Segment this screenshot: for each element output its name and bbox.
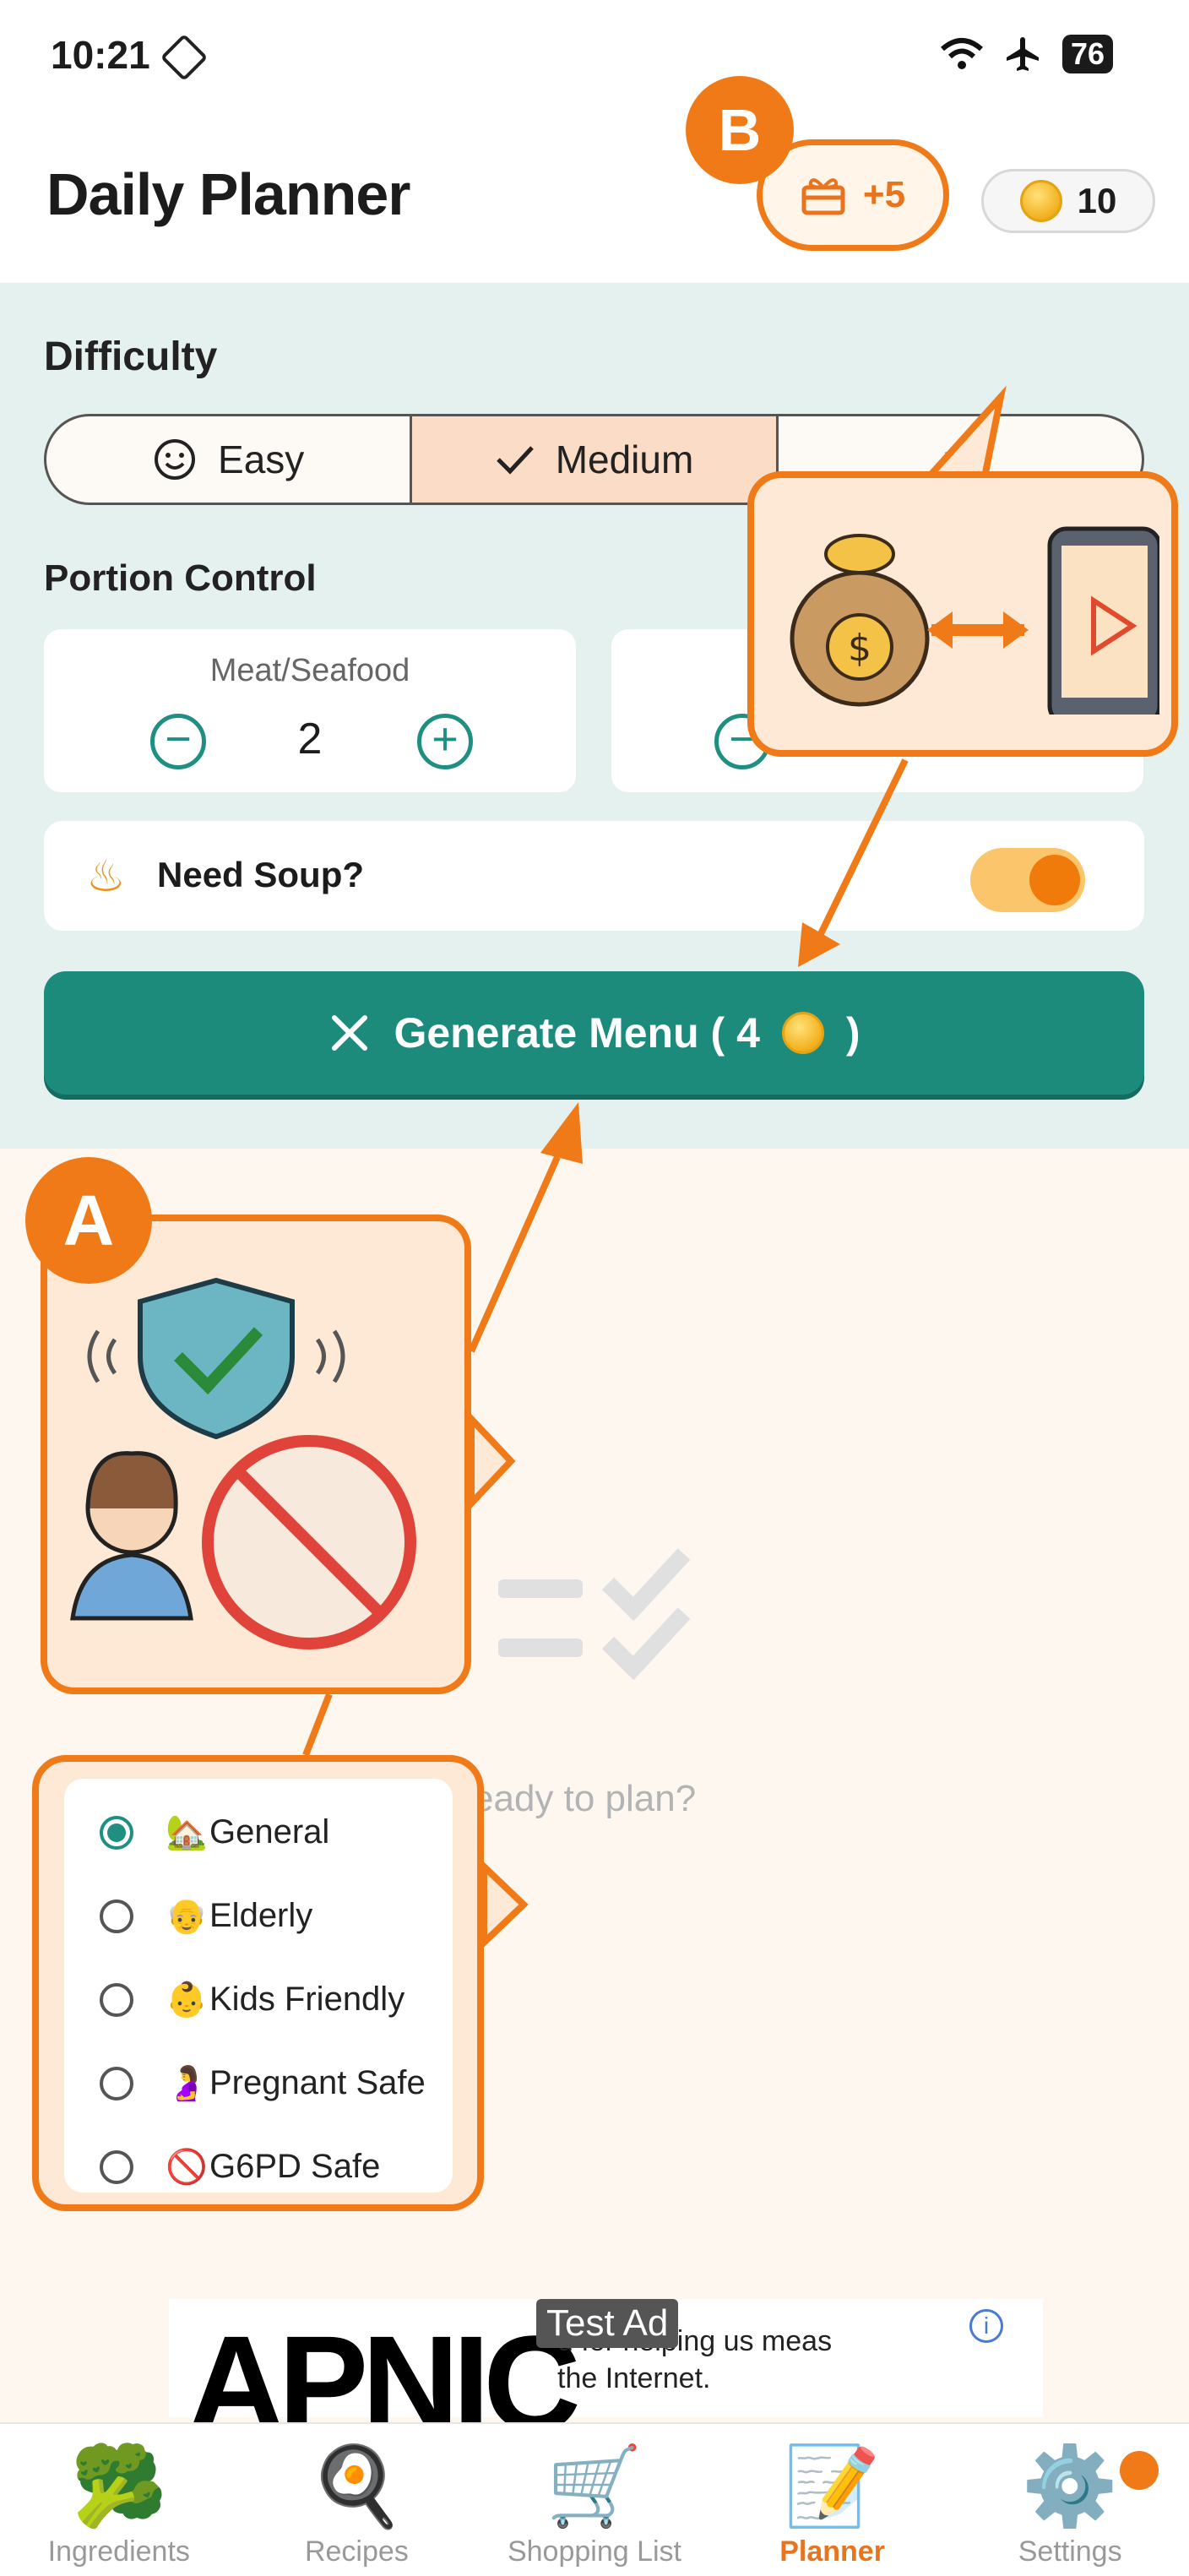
radio-button[interactable]: [100, 2066, 133, 2100]
safety-illustration: [70, 1277, 416, 1649]
callout-badge-a: A: [25, 1157, 152, 1284]
diet-option-label: Elderly: [209, 1897, 313, 1934]
ad-info-icon[interactable]: i: [969, 2309, 1003, 2343]
baby-icon: 👶: [166, 1981, 208, 2019]
diet-option-label: G6PD Safe: [209, 2148, 381, 2185]
elderly-icon: 👴: [166, 1898, 208, 1935]
nav-settings[interactable]: ⚙️ Settings: [951, 2424, 1189, 2576]
diet-option-pregnant[interactable]: 🤰 Pregnant Safe: [64, 2041, 453, 2125]
diet-option-g6pd[interactable]: 🚫 G6PD Safe: [64, 2125, 453, 2209]
arrow-head: [540, 1102, 583, 1164]
callout-tail: [468, 1410, 516, 1513]
callout-tail: [917, 385, 1007, 485]
svg-text:$: $: [848, 627, 871, 670]
diet-option-label: Kids Friendly: [209, 1981, 405, 2018]
ad-text-line: the Internet.: [557, 2362, 711, 2395]
test-ad-label: Test Ad: [536, 2299, 679, 2348]
diet-option-label: General: [209, 1813, 330, 1850]
house-icon: 🏡: [166, 1814, 208, 1851]
radio-button[interactable]: [100, 1982, 133, 2017]
diet-option-kids[interactable]: 👶 Kids Friendly: [64, 1958, 453, 2041]
nav-label: Shopping List: [507, 2535, 681, 2568]
callout-tail: [480, 1858, 529, 1951]
nav-recipes[interactable]: 🍳 Recipes: [238, 2424, 476, 2576]
radio-button-selected[interactable]: [100, 1815, 133, 1850]
diet-option-label: Pregnant Safe: [209, 2064, 426, 2101]
notepad-icon: 📝: [784, 2443, 881, 2530]
nav-label: Planner: [779, 2535, 885, 2568]
nav-label: Ingredients: [47, 2535, 190, 2568]
empty-state-text: eady to plan?: [473, 1778, 697, 1819]
ad-banner[interactable]: APNIC u for helping us meas the Internet…: [169, 2299, 1043, 2451]
radio-button[interactable]: [100, 1899, 133, 1933]
money-bag-phone-icon: $: [790, 526, 1159, 715]
gear-icon: ⚙️: [1021, 2443, 1119, 2530]
diet-options-callout: 🏡 General 👴 Elderly 👶 Kids Friendly 🤰 Pr…: [32, 1755, 484, 2211]
connector-line: [302, 1693, 333, 1757]
nav-label: Recipes: [304, 2535, 409, 2568]
diet-option-elderly[interactable]: 👴 Elderly: [64, 1874, 453, 1958]
bottom-navigation: 🥦 Ingredients 🍳 Recipes 🛒 Shopping List …: [0, 2422, 1189, 2576]
diet-options-list: 🏡 General 👴 Elderly 👶 Kids Friendly 🤰 Pr…: [64, 1779, 453, 2193]
prohibited-icon: 🚫: [166, 2149, 208, 2186]
pan-icon: 🍳: [308, 2443, 405, 2530]
pregnant-icon: 🤰: [166, 2065, 208, 2102]
diet-option-general[interactable]: 🏡 General: [64, 1791, 453, 1874]
nav-shopping-list[interactable]: 🛒 Shopping List: [475, 2424, 714, 2576]
broccoli-icon: 🥦: [70, 2443, 168, 2530]
diet-safety-callout: [41, 1215, 471, 1694]
arrow-line: [812, 758, 909, 948]
watch-ad-callout: $: [747, 471, 1178, 757]
nav-planner[interactable]: 📝 Planner: [714, 2424, 952, 2576]
nav-label: Settings: [1018, 2535, 1122, 2568]
notification-dot: [1120, 2451, 1159, 2490]
radio-button[interactable]: [100, 2149, 133, 2184]
cart-icon: 🛒: [546, 2443, 643, 2530]
checklist-icon: [498, 1548, 691, 1681]
arrow-head: [798, 922, 840, 967]
nav-ingredients[interactable]: 🥦 Ingredients: [0, 2424, 238, 2576]
arrow-line: [468, 1155, 561, 1353]
